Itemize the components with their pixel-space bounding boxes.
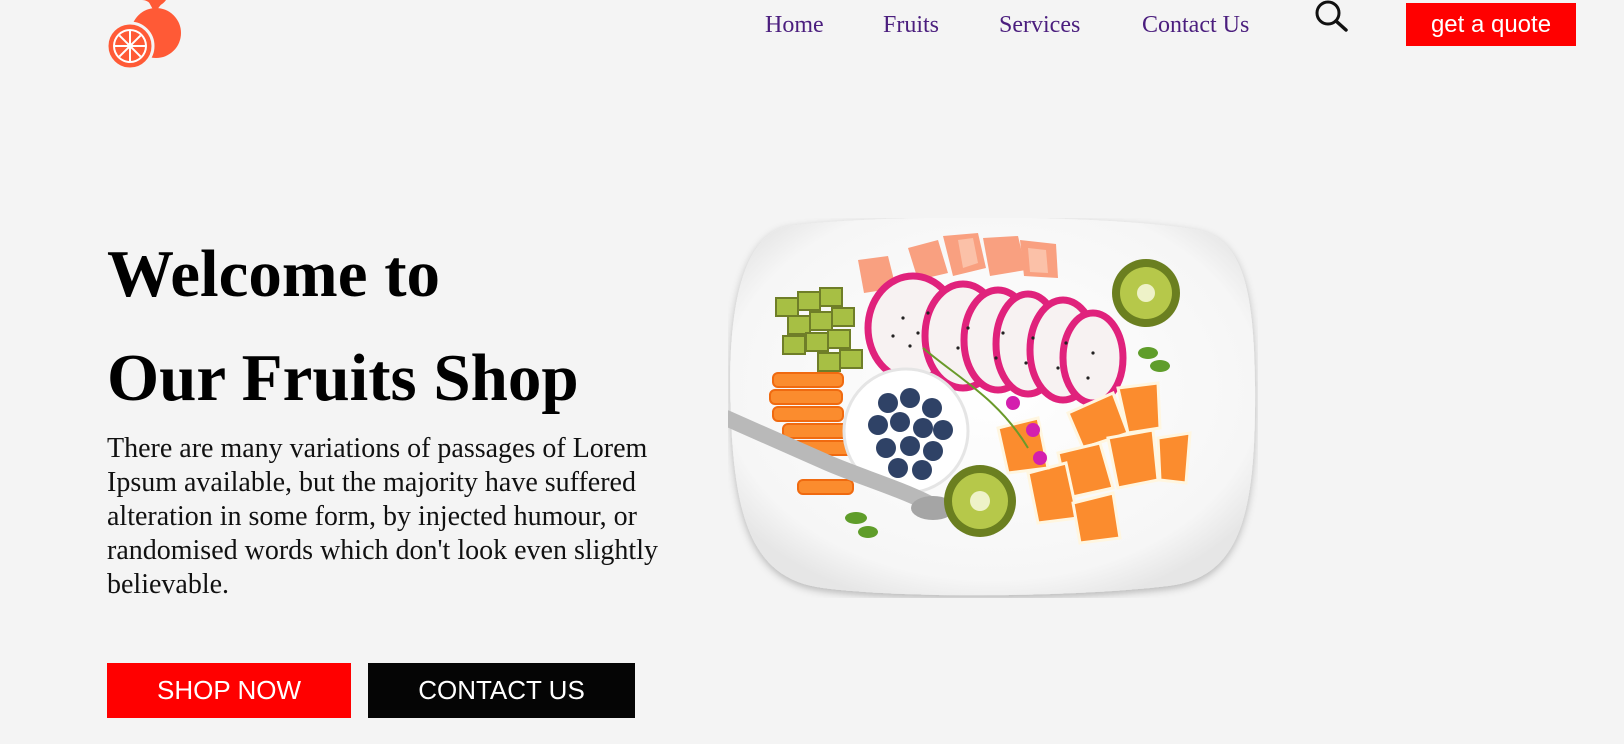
get-a-quote-button[interactable]: get a quote xyxy=(1406,3,1576,46)
nav-services[interactable]: Services xyxy=(999,8,1142,42)
fruit-plate-image xyxy=(728,218,1256,596)
hero-title-line-1: Welcome to xyxy=(107,237,441,311)
hero-description: There are many variations of passages of… xyxy=(107,433,658,600)
site-header: Home Fruits Services Contact Us get a qu… xyxy=(0,0,1624,80)
orange-fruit-icon[interactable] xyxy=(106,0,184,70)
nav-contact-us[interactable]: Contact Us xyxy=(1142,8,1277,42)
main-nav: Home Fruits Services Contact Us xyxy=(765,8,1277,42)
hero-title-line-2: Our Fruits Shop xyxy=(107,341,579,415)
shop-now-button[interactable]: SHOP NOW xyxy=(107,663,351,718)
hero-title: Welcome to Our Fruits Shop xyxy=(107,222,727,430)
contact-us-button[interactable]: CONTACT US xyxy=(368,663,635,718)
nav-home[interactable]: Home xyxy=(765,8,883,42)
nav-fruits[interactable]: Fruits xyxy=(883,8,999,42)
search-icon[interactable] xyxy=(1314,0,1350,34)
